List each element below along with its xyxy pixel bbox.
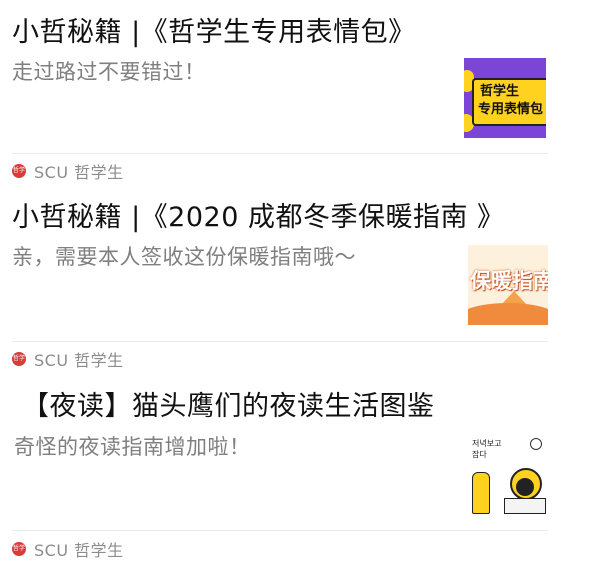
thumbnail-figure-right-face [516, 478, 534, 496]
thumbnail-heading: 저녁보고 [472, 439, 502, 448]
article-title[interactable]: 小哲秘籍 |《2020 成都冬季保暖指南 》 [12, 201, 505, 235]
source-name: SCU 哲学生 [34, 541, 124, 560]
article-thumbnail[interactable]: 保暖指南 [468, 245, 548, 325]
article-thumbnail[interactable]: 哲学生 专用表情包 [464, 58, 546, 138]
divider [12, 341, 548, 342]
source-name: SCU 哲学生 [34, 163, 124, 182]
thumbnail-figure-left [472, 472, 490, 514]
article-source[interactable]: 哲学 SCU 哲学生 [12, 348, 124, 370]
source-logo-icon: 哲学 [12, 542, 26, 556]
article-summary: 亲，需要本人签收这份保暖指南哦～ [12, 245, 356, 269]
article-card-2[interactable]: 小哲秘籍 |《2020 成都冬季保暖指南 》 亲，需要本人签收这份保暖指南哦～ … [0, 190, 601, 380]
thumbnail-subheading: 잡다 [472, 450, 487, 459]
article-card-1[interactable]: 小哲秘籍 |《哲学生专用表情包》 走过路过不要错过！ 哲学生 专用表情包 哲学 … [0, 0, 601, 190]
thumbnail-hill [468, 303, 548, 325]
article-title[interactable]: 【夜读】猫头鹰们的夜读生活图鉴 [22, 390, 435, 424]
thumbnail-banner-line-1: 哲学生 [480, 84, 520, 99]
article-title[interactable]: 小哲秘籍 |《哲学生专用表情包》 [12, 16, 416, 50]
article-source[interactable]: 哲学 SCU 哲学生 [12, 538, 124, 560]
article-card-3[interactable]: 【夜读】猫头鹰们的夜读生活图鉴 奇怪的夜读指南增加啦！ 저녁보고 잡다 哲学 S… [0, 380, 601, 588]
article-thumbnail[interactable]: 저녁보고 잡다 [468, 434, 550, 516]
article-source[interactable]: 哲学 SCU 哲学生 [12, 160, 124, 182]
article-summary: 奇怪的夜读指南增加啦！ [14, 435, 251, 459]
thumbnail-book [504, 498, 546, 514]
source-logo-icon: 哲学 [12, 352, 26, 366]
article-summary: 走过路过不要错过！ [12, 60, 206, 84]
divider [12, 530, 548, 531]
divider [12, 153, 548, 154]
thumbnail-title: 保暖指南 [470, 269, 548, 293]
thumbnail-banner: 哲学生 专用表情包 [472, 78, 546, 126]
source-name: SCU 哲学生 [34, 351, 124, 370]
thumbnail-badge-icon [530, 438, 542, 450]
source-logo-icon: 哲学 [12, 164, 26, 178]
thumbnail-banner-line-2: 专用表情包 [478, 102, 544, 117]
